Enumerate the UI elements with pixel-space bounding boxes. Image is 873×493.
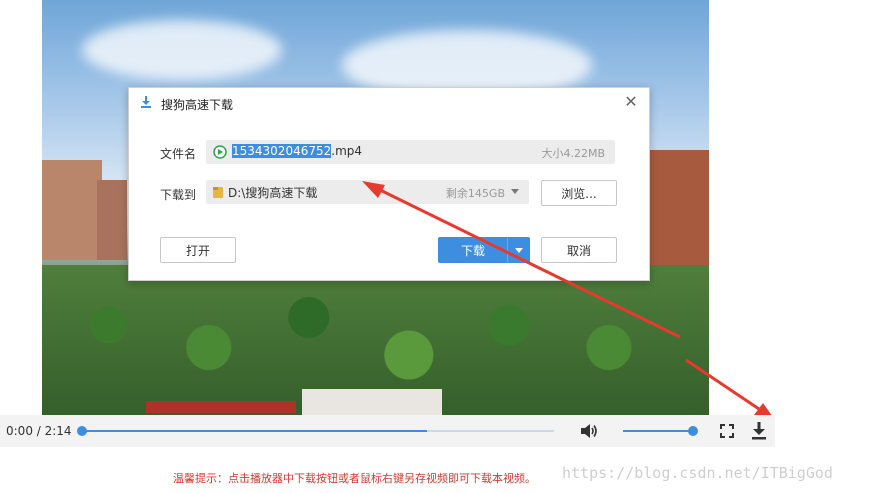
annotation-arrowhead bbox=[362, 181, 385, 198]
watermark: https://blog.csdn.net/ITBigGod bbox=[562, 464, 833, 482]
seek-handle[interactable] bbox=[77, 426, 87, 436]
volume-slider[interactable] bbox=[623, 430, 693, 432]
annotation-arrow-line bbox=[685, 358, 769, 417]
download-icon[interactable] bbox=[750, 421, 768, 441]
annotation-arrow-line bbox=[369, 183, 681, 339]
time-display: 0:00 / 2:14 bbox=[6, 424, 72, 438]
tip-text: 温馨提示：点击播放器中下载按钮或者鼠标右键另存视频即可下载本视频。 bbox=[173, 472, 536, 485]
player-controls: 0:00 / 2:14 bbox=[0, 415, 775, 447]
fullscreen-icon[interactable] bbox=[719, 423, 735, 439]
volume-icon[interactable] bbox=[579, 421, 599, 441]
volume-handle[interactable] bbox=[688, 426, 698, 436]
seek-buffered bbox=[82, 430, 427, 432]
